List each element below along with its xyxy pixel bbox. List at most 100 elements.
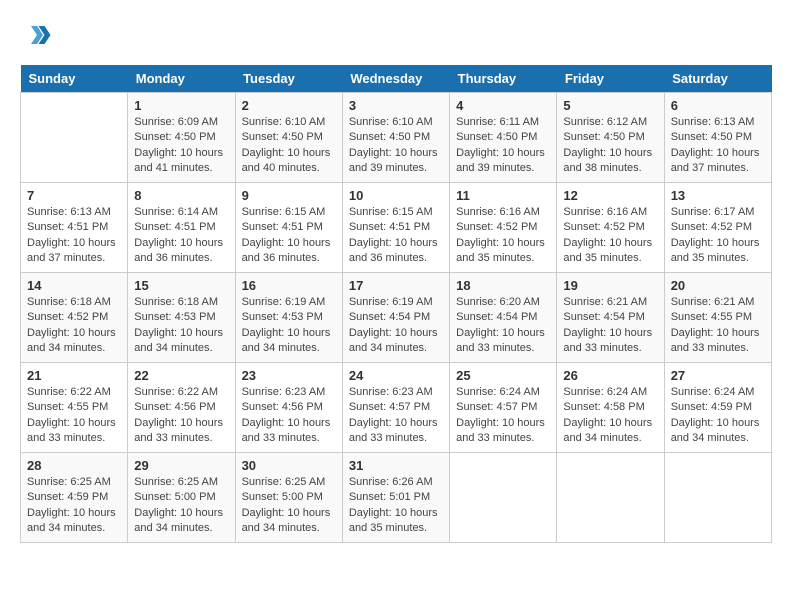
day-info: Sunrise: 6:13 AM Sunset: 4:50 PM Dayligh… <box>671 115 765 177</box>
calendar-cell: 4 Sunrise: 6:11 AM Sunset: 4:50 PM Dayli… <box>450 93 557 183</box>
day-info: Sunrise: 6:22 AM Sunset: 4:55 PM Dayligh… <box>27 385 121 447</box>
day-number: 14 <box>27 278 121 293</box>
day-number: 7 <box>27 188 121 203</box>
calendar-cell: 8 Sunrise: 6:14 AM Sunset: 4:51 PM Dayli… <box>128 183 235 273</box>
day-info: Sunrise: 6:24 AM Sunset: 4:57 PM Dayligh… <box>456 385 550 447</box>
day-info: Sunrise: 6:24 AM Sunset: 4:58 PM Dayligh… <box>563 385 657 447</box>
calendar-cell: 5 Sunrise: 6:12 AM Sunset: 4:50 PM Dayli… <box>557 93 664 183</box>
calendar-cell: 16 Sunrise: 6:19 AM Sunset: 4:53 PM Dayl… <box>235 273 342 363</box>
day-info: Sunrise: 6:21 AM Sunset: 4:55 PM Dayligh… <box>671 295 765 357</box>
day-info: Sunrise: 6:18 AM Sunset: 4:52 PM Dayligh… <box>27 295 121 357</box>
calendar-cell: 30 Sunrise: 6:25 AM Sunset: 5:00 PM Dayl… <box>235 453 342 543</box>
day-number: 12 <box>563 188 657 203</box>
day-info: Sunrise: 6:10 AM Sunset: 4:50 PM Dayligh… <box>349 115 443 177</box>
day-info: Sunrise: 6:18 AM Sunset: 4:53 PM Dayligh… <box>134 295 228 357</box>
day-info: Sunrise: 6:25 AM Sunset: 4:59 PM Dayligh… <box>27 475 121 537</box>
day-info: Sunrise: 6:19 AM Sunset: 4:53 PM Dayligh… <box>242 295 336 357</box>
calendar-cell: 25 Sunrise: 6:24 AM Sunset: 4:57 PM Dayl… <box>450 363 557 453</box>
weekday-header: Saturday <box>664 65 771 93</box>
day-number: 18 <box>456 278 550 293</box>
day-info: Sunrise: 6:20 AM Sunset: 4:54 PM Dayligh… <box>456 295 550 357</box>
day-number: 8 <box>134 188 228 203</box>
calendar-week-row: 14 Sunrise: 6:18 AM Sunset: 4:52 PM Dayl… <box>21 273 772 363</box>
calendar-cell: 14 Sunrise: 6:18 AM Sunset: 4:52 PM Dayl… <box>21 273 128 363</box>
weekday-header: Thursday <box>450 65 557 93</box>
day-number: 29 <box>134 458 228 473</box>
day-info: Sunrise: 6:10 AM Sunset: 4:50 PM Dayligh… <box>242 115 336 177</box>
calendar-cell: 2 Sunrise: 6:10 AM Sunset: 4:50 PM Dayli… <box>235 93 342 183</box>
day-number: 10 <box>349 188 443 203</box>
weekday-header: Monday <box>128 65 235 93</box>
day-number: 23 <box>242 368 336 383</box>
calendar-cell: 9 Sunrise: 6:15 AM Sunset: 4:51 PM Dayli… <box>235 183 342 273</box>
calendar-cell: 29 Sunrise: 6:25 AM Sunset: 5:00 PM Dayl… <box>128 453 235 543</box>
day-number: 11 <box>456 188 550 203</box>
calendar-cell: 10 Sunrise: 6:15 AM Sunset: 4:51 PM Dayl… <box>342 183 449 273</box>
weekday-header: Wednesday <box>342 65 449 93</box>
day-info: Sunrise: 6:16 AM Sunset: 4:52 PM Dayligh… <box>456 205 550 267</box>
day-number: 1 <box>134 98 228 113</box>
day-number: 31 <box>349 458 443 473</box>
calendar-cell: 18 Sunrise: 6:20 AM Sunset: 4:54 PM Dayl… <box>450 273 557 363</box>
calendar-week-row: 1 Sunrise: 6:09 AM Sunset: 4:50 PM Dayli… <box>21 93 772 183</box>
calendar-table: SundayMondayTuesdayWednesdayThursdayFrid… <box>20 65 772 543</box>
day-number: 30 <box>242 458 336 473</box>
day-info: Sunrise: 6:17 AM Sunset: 4:52 PM Dayligh… <box>671 205 765 267</box>
page-header <box>20 20 772 55</box>
day-info: Sunrise: 6:21 AM Sunset: 4:54 PM Dayligh… <box>563 295 657 357</box>
day-info: Sunrise: 6:15 AM Sunset: 4:51 PM Dayligh… <box>349 205 443 267</box>
day-number: 16 <box>242 278 336 293</box>
calendar-cell: 19 Sunrise: 6:21 AM Sunset: 4:54 PM Dayl… <box>557 273 664 363</box>
calendar-cell: 27 Sunrise: 6:24 AM Sunset: 4:59 PM Dayl… <box>664 363 771 453</box>
weekday-header: Sunday <box>21 65 128 93</box>
day-number: 28 <box>27 458 121 473</box>
calendar-cell: 11 Sunrise: 6:16 AM Sunset: 4:52 PM Dayl… <box>450 183 557 273</box>
calendar-week-row: 28 Sunrise: 6:25 AM Sunset: 4:59 PM Dayl… <box>21 453 772 543</box>
calendar-cell: 31 Sunrise: 6:26 AM Sunset: 5:01 PM Dayl… <box>342 453 449 543</box>
day-number: 2 <box>242 98 336 113</box>
calendar-cell <box>450 453 557 543</box>
calendar-cell: 7 Sunrise: 6:13 AM Sunset: 4:51 PM Dayli… <box>21 183 128 273</box>
calendar-cell: 28 Sunrise: 6:25 AM Sunset: 4:59 PM Dayl… <box>21 453 128 543</box>
day-info: Sunrise: 6:26 AM Sunset: 5:01 PM Dayligh… <box>349 475 443 537</box>
day-number: 6 <box>671 98 765 113</box>
calendar-cell: 23 Sunrise: 6:23 AM Sunset: 4:56 PM Dayl… <box>235 363 342 453</box>
day-info: Sunrise: 6:23 AM Sunset: 4:56 PM Dayligh… <box>242 385 336 447</box>
calendar-cell: 22 Sunrise: 6:22 AM Sunset: 4:56 PM Dayl… <box>128 363 235 453</box>
day-info: Sunrise: 6:22 AM Sunset: 4:56 PM Dayligh… <box>134 385 228 447</box>
calendar-cell <box>21 93 128 183</box>
calendar-cell: 17 Sunrise: 6:19 AM Sunset: 4:54 PM Dayl… <box>342 273 449 363</box>
logo <box>20 20 52 55</box>
calendar-cell: 20 Sunrise: 6:21 AM Sunset: 4:55 PM Dayl… <box>664 273 771 363</box>
calendar-week-row: 21 Sunrise: 6:22 AM Sunset: 4:55 PM Dayl… <box>21 363 772 453</box>
day-number: 13 <box>671 188 765 203</box>
day-number: 27 <box>671 368 765 383</box>
day-info: Sunrise: 6:24 AM Sunset: 4:59 PM Dayligh… <box>671 385 765 447</box>
weekday-header-row: SundayMondayTuesdayWednesdayThursdayFrid… <box>21 65 772 93</box>
calendar-cell: 12 Sunrise: 6:16 AM Sunset: 4:52 PM Dayl… <box>557 183 664 273</box>
day-info: Sunrise: 6:25 AM Sunset: 5:00 PM Dayligh… <box>242 475 336 537</box>
day-number: 20 <box>671 278 765 293</box>
day-number: 17 <box>349 278 443 293</box>
calendar-cell <box>557 453 664 543</box>
calendar-cell: 13 Sunrise: 6:17 AM Sunset: 4:52 PM Dayl… <box>664 183 771 273</box>
day-info: Sunrise: 6:09 AM Sunset: 4:50 PM Dayligh… <box>134 115 228 177</box>
day-number: 4 <box>456 98 550 113</box>
calendar-week-row: 7 Sunrise: 6:13 AM Sunset: 4:51 PM Dayli… <box>21 183 772 273</box>
calendar-cell: 15 Sunrise: 6:18 AM Sunset: 4:53 PM Dayl… <box>128 273 235 363</box>
calendar-cell: 3 Sunrise: 6:10 AM Sunset: 4:50 PM Dayli… <box>342 93 449 183</box>
day-info: Sunrise: 6:14 AM Sunset: 4:51 PM Dayligh… <box>134 205 228 267</box>
calendar-cell: 24 Sunrise: 6:23 AM Sunset: 4:57 PM Dayl… <box>342 363 449 453</box>
day-number: 5 <box>563 98 657 113</box>
calendar-cell: 1 Sunrise: 6:09 AM Sunset: 4:50 PM Dayli… <box>128 93 235 183</box>
day-number: 3 <box>349 98 443 113</box>
day-number: 19 <box>563 278 657 293</box>
day-number: 26 <box>563 368 657 383</box>
day-number: 22 <box>134 368 228 383</box>
day-info: Sunrise: 6:13 AM Sunset: 4:51 PM Dayligh… <box>27 205 121 267</box>
day-number: 15 <box>134 278 228 293</box>
day-info: Sunrise: 6:19 AM Sunset: 4:54 PM Dayligh… <box>349 295 443 357</box>
calendar-cell <box>664 453 771 543</box>
day-info: Sunrise: 6:23 AM Sunset: 4:57 PM Dayligh… <box>349 385 443 447</box>
day-info: Sunrise: 6:16 AM Sunset: 4:52 PM Dayligh… <box>563 205 657 267</box>
